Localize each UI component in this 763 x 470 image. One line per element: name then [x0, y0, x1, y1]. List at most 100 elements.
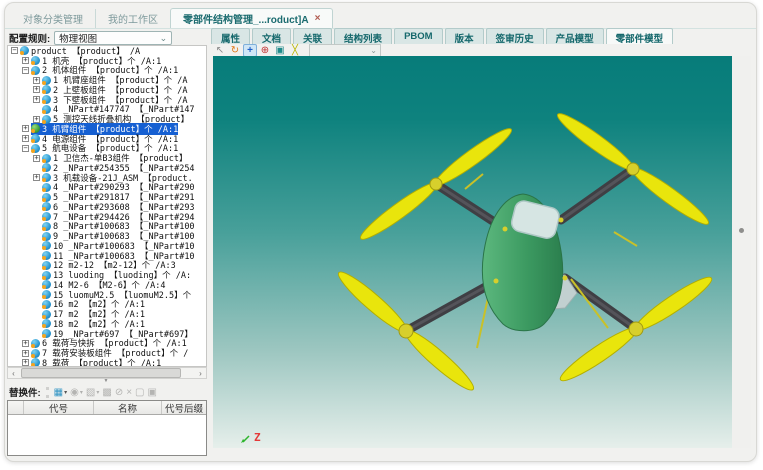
collapse-icon[interactable]: −: [11, 47, 18, 54]
expand-icon[interactable]: +: [33, 77, 40, 84]
viewport-mode-select[interactable]: ⌄: [309, 44, 381, 57]
viewport-toolbar: ↖↻+⊕▣╳ ⌄: [213, 43, 381, 57]
expand-icon[interactable]: +: [22, 359, 29, 366]
cursor-icon[interactable]: ↖: [213, 44, 227, 57]
zoom-icon[interactable]: ⊕: [258, 44, 272, 57]
part-icon: [42, 261, 51, 270]
splitter-dot-icon: [739, 228, 744, 233]
column-header[interactable]: 代号后缀: [162, 401, 206, 414]
rotate-icon[interactable]: ↻: [228, 44, 242, 57]
part-icon: [20, 46, 29, 55]
window-tab-0[interactable]: 对象分类管理: [11, 9, 95, 28]
tree-row[interactable]: +8 载荷 【product】个 /A:1: [8, 358, 206, 367]
collapse-icon[interactable]: −: [22, 145, 29, 152]
axis-arrow-icon: [241, 434, 251, 444]
select-box-icon[interactable]: ▣: [273, 44, 287, 57]
paste-icon[interactable]: ▣: [148, 387, 157, 398]
detail-tab-4[interactable]: PBOM: [394, 28, 443, 44]
detail-tab-6[interactable]: 签审历史: [486, 28, 544, 44]
window-tab-label: 零部件结构管理_...roduct]A: [183, 11, 309, 26]
display-mode-icon[interactable]: ▦▾: [54, 387, 67, 398]
splitter-handle[interactable]: [732, 56, 751, 448]
3d-viewport[interactable]: Z: [213, 56, 732, 448]
window-tab-2[interactable]: 零部件结构管理_...roduct]A ×: [170, 8, 333, 28]
config-rule-row: 配置规则: 物理视图 ⌄: [9, 30, 172, 46]
window-tab-label: 我的工作区: [108, 11, 158, 26]
config-rule-select[interactable]: 物理视图 ⌄: [54, 31, 172, 45]
part-icon: [42, 154, 51, 163]
replace-panel-header: 替换件: ▦▾◉▾▧▾▩ ⊘×▢ ▣: [9, 384, 157, 400]
expand-icon[interactable]: +: [33, 86, 40, 93]
structure-tree: −product 【product】 /A+1 机壳 【product】个 /A…: [7, 45, 207, 367]
part-icon: [42, 222, 51, 231]
fit-icon[interactable]: ╳: [288, 44, 302, 57]
tree-item-label: 8 载荷 【product】个 /A:1: [42, 357, 161, 367]
edit-replacement-icon[interactable]: ▧▾: [86, 387, 99, 398]
tree-item[interactable]: 8 载荷 【product】个 /A:1: [31, 357, 161, 367]
delete-icon[interactable]: ×: [126, 387, 132, 398]
scroll-right-icon[interactable]: ›: [195, 369, 206, 378]
scroll-left-icon[interactable]: ‹: [8, 369, 19, 378]
detail-tab-0[interactable]: 属性: [211, 28, 250, 44]
window-tab-1[interactable]: 我的工作区: [95, 9, 170, 28]
part-icon: [42, 76, 51, 85]
replace-table: 代号名称代号后缀: [7, 400, 207, 456]
expand-icon[interactable]: +: [33, 174, 40, 181]
config-rule-value: 物理视图: [59, 31, 97, 45]
chevron-down-icon: ⌄: [370, 48, 377, 53]
part-icon: [42, 300, 51, 309]
collapse-icon[interactable]: −: [22, 67, 29, 74]
detail-tab-1[interactable]: 文档: [252, 28, 291, 44]
part-icon: [42, 115, 51, 124]
column-header[interactable]: 代号: [24, 401, 94, 414]
scrollbar-thumb[interactable]: [21, 368, 181, 378]
column-header-blank: [8, 401, 24, 414]
browse-icon[interactable]: ▩: [102, 387, 111, 398]
chevron-down-icon: ▾: [64, 389, 67, 396]
config-rule-label: 配置规则:: [9, 31, 50, 45]
window-tab-bar: 对象分类管理 我的工作区 零部件结构管理_...roduct]A ×: [11, 10, 333, 28]
scrollbar-track[interactable]: [19, 368, 195, 378]
detail-tab-7[interactable]: 产品模型: [546, 28, 604, 44]
expand-icon[interactable]: +: [33, 155, 40, 162]
copy-icon[interactable]: ▢: [135, 387, 144, 398]
remove-icon[interactable]: ⊘: [115, 387, 123, 398]
expand-icon[interactable]: +: [22, 340, 29, 347]
expand-icon[interactable]: +: [33, 116, 40, 123]
part-icon: [42, 232, 51, 241]
chevron-down-icon: ⌄: [160, 35, 168, 41]
app-window: 对象分类管理 我的工作区 零部件结构管理_...roduct]A × 配置规则: 物理…: [4, 2, 757, 462]
chevron-down-icon: ▾: [96, 389, 99, 396]
expand-icon[interactable]: +: [33, 96, 40, 103]
part-icon: [42, 193, 51, 202]
replace-label: 替换件:: [9, 385, 41, 399]
chevron-down-icon: ▾: [80, 389, 83, 396]
part-icon: [31, 339, 40, 348]
axis-indicator: Z: [241, 431, 261, 444]
part-icon: [42, 105, 51, 114]
expand-icon[interactable]: +: [22, 57, 29, 64]
detail-tab-8[interactable]: 零部件模型: [606, 28, 674, 44]
detail-tab-bar: 属性文档关联结构列表PBOM版本签审历史产品模型零部件模型: [211, 28, 673, 44]
part-icon: [31, 66, 40, 75]
part-icon: [42, 271, 51, 280]
part-icon: [31, 358, 40, 367]
detail-tab-2[interactable]: 关联: [293, 28, 332, 44]
expand-icon[interactable]: +: [22, 350, 29, 357]
add-replacement-icon[interactable]: ◉▾: [70, 387, 83, 398]
pan-icon[interactable]: +: [243, 44, 257, 57]
column-header[interactable]: 名称: [94, 401, 162, 414]
detail-tab-3[interactable]: 结构列表: [334, 28, 392, 44]
replace-table-header: 代号名称代号后缀: [8, 401, 206, 415]
axis-z-label: Z: [254, 431, 261, 444]
drone-model-render: [213, 56, 732, 448]
part-icon: [42, 310, 51, 319]
part-icon: [31, 144, 40, 153]
expand-icon[interactable]: +: [22, 135, 29, 142]
part-icon: [42, 183, 51, 192]
window-tab-label: 对象分类管理: [23, 11, 83, 26]
part-icon: [31, 349, 40, 358]
close-icon[interactable]: ×: [315, 13, 321, 24]
expand-icon[interactable]: +: [22, 125, 29, 132]
detail-tab-5[interactable]: 版本: [445, 28, 484, 44]
